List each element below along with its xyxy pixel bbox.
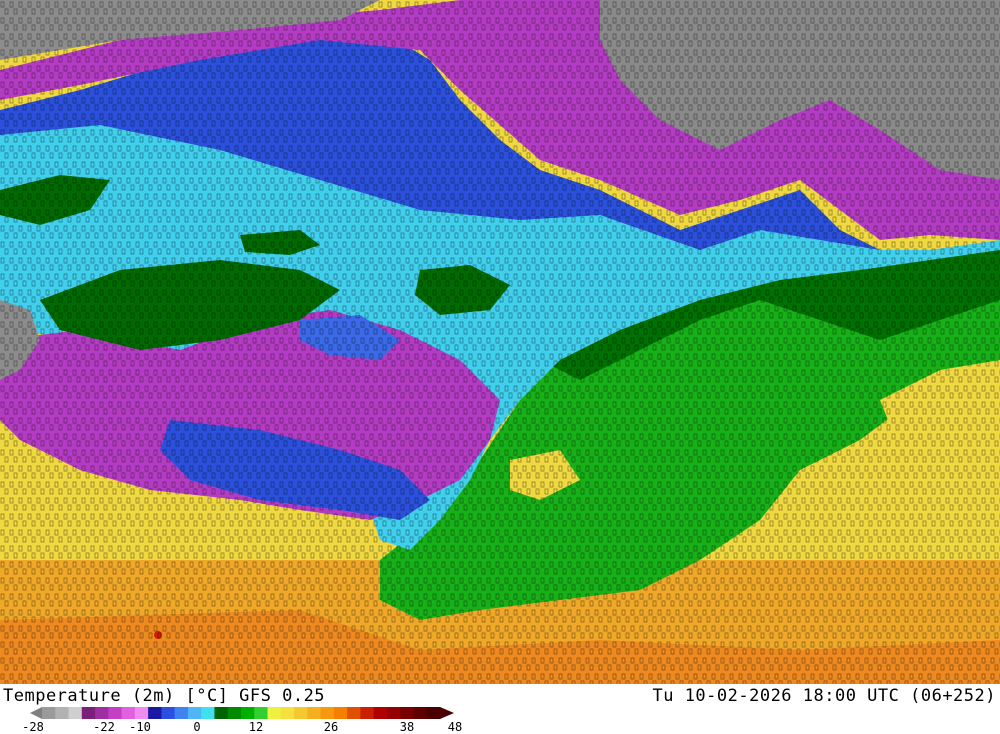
scale-swatch	[81, 707, 96, 719]
scale-tick: 12	[248, 720, 264, 734]
scale-tick: 48	[447, 720, 463, 734]
scale-tick: 0	[193, 720, 201, 734]
scale-arrow-right	[440, 707, 454, 719]
value-labels-overlay	[0, 0, 1000, 684]
scale-swatch	[227, 707, 242, 719]
scale-swatch	[426, 707, 441, 719]
scale-arrow-left	[30, 707, 42, 719]
scale-swatch	[134, 707, 149, 719]
scale-swatch	[294, 707, 308, 719]
scale-swatch	[161, 707, 176, 719]
scale-swatch	[254, 707, 269, 719]
map-title: Temperature (2m) [°C] GFS 0.25	[3, 686, 326, 706]
temperature-map	[0, 0, 1000, 684]
scale-tick: -28	[22, 720, 44, 734]
scale-swatch	[174, 707, 189, 719]
map-footer: Temperature (2m) [°C] GFS 0.25 Tu 10-02-…	[0, 684, 1000, 734]
scale-tick: 38	[399, 720, 415, 734]
scale-swatch	[241, 707, 255, 719]
scale-tick: -22	[93, 720, 115, 734]
scale-swatch	[148, 707, 162, 719]
scale-swatch	[187, 707, 202, 719]
scale-swatch	[214, 707, 229, 719]
scale-swatch	[413, 707, 428, 719]
scale-swatch	[307, 707, 322, 719]
scale-swatch	[373, 707, 388, 719]
scale-swatch	[201, 707, 215, 719]
scale-swatch	[320, 707, 335, 719]
scale-swatch	[400, 707, 414, 719]
scale-swatch	[347, 707, 361, 719]
valid-time: Tu 10-02-2026 18:00 UTC (06+252)	[652, 686, 996, 706]
scale-swatch	[121, 707, 136, 719]
scale-swatch	[108, 707, 123, 719]
scale-swatch	[386, 707, 401, 719]
scale-swatch	[333, 707, 348, 719]
scale-swatch	[42, 707, 56, 719]
scale-tick: -10	[129, 720, 151, 734]
scale-swatch	[280, 707, 295, 719]
scale-swatch	[68, 707, 83, 719]
scale-swatch	[95, 707, 109, 719]
color-scale	[30, 707, 454, 719]
scale-swatch	[360, 707, 375, 719]
scale-swatch	[267, 707, 282, 719]
scale-swatch	[55, 707, 70, 719]
scale-tick: 26	[323, 720, 339, 734]
